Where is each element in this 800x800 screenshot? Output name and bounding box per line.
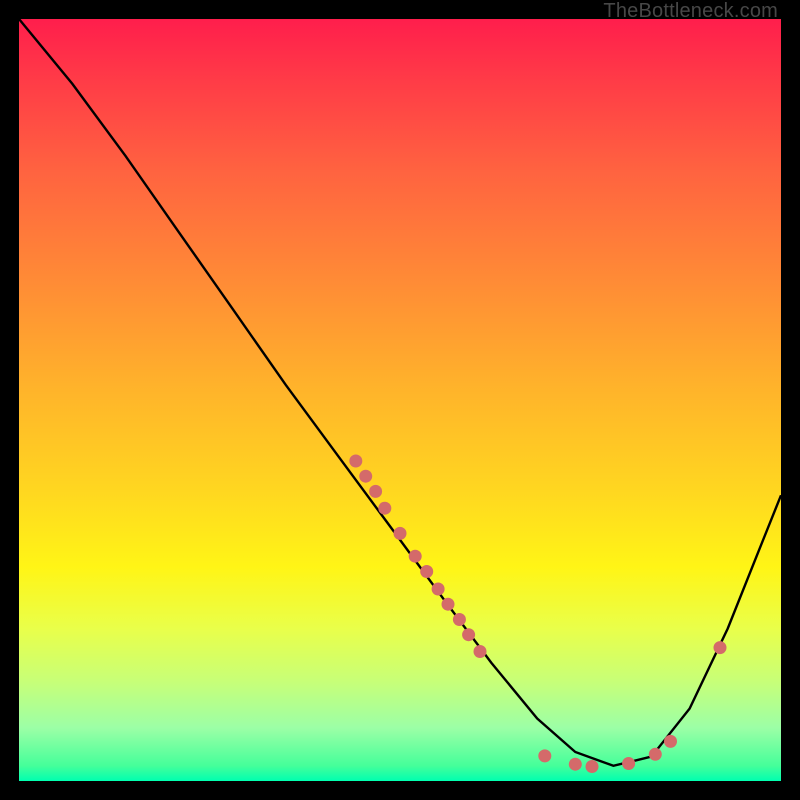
curve-marker — [453, 613, 466, 626]
curve-marker — [569, 758, 582, 771]
curve-marker — [442, 598, 455, 611]
curve-marker — [586, 760, 599, 773]
curve-marker — [714, 641, 727, 654]
bottleneck-curve — [19, 19, 781, 766]
curve-marker — [462, 628, 475, 641]
curve-marker — [420, 565, 433, 578]
chart-frame — [16, 16, 784, 784]
curve-marker — [664, 735, 677, 748]
curve-marker — [359, 470, 372, 483]
bottleneck-curve-plot — [19, 19, 781, 781]
curve-marker — [369, 485, 382, 498]
curve-marker — [394, 527, 407, 540]
curve-markers — [349, 455, 726, 774]
attribution-text: TheBottleneck.com — [603, 0, 778, 23]
curve-marker — [538, 749, 551, 762]
curve-marker — [649, 748, 662, 761]
curve-marker — [622, 757, 635, 770]
curve-marker — [474, 645, 487, 658]
curve-marker — [432, 583, 445, 596]
curve-marker — [378, 502, 391, 515]
curve-marker — [349, 455, 362, 468]
curve-marker — [409, 550, 422, 563]
